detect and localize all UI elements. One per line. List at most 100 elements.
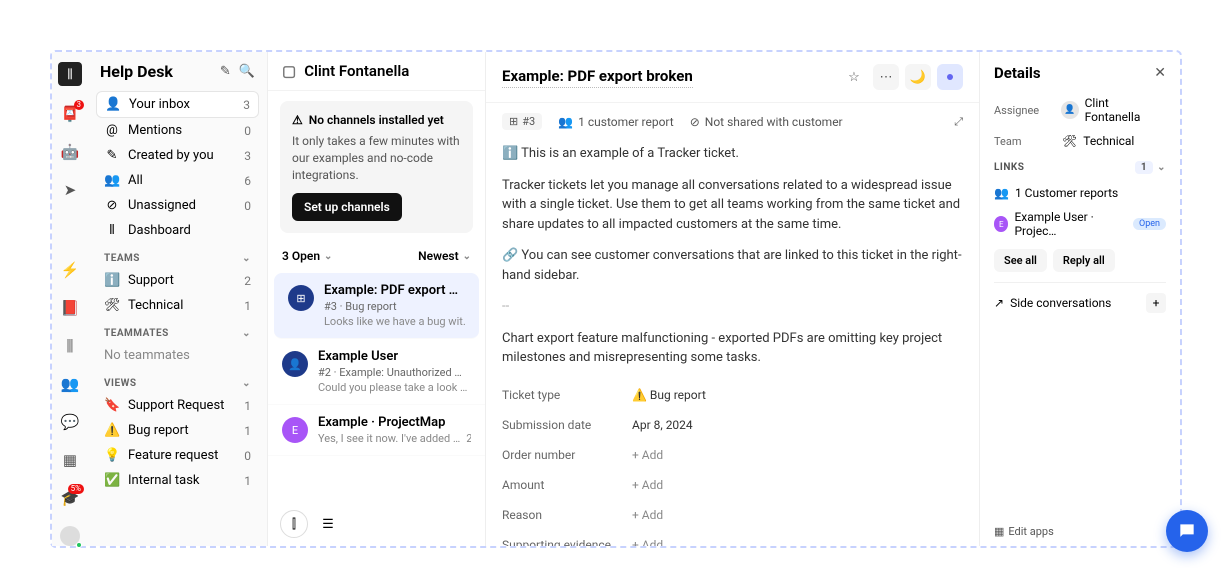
- nav-item-created-by-you[interactable]: ✎ Created by you 3: [96, 143, 259, 168]
- nav-item-icon: ⫴: [104, 223, 120, 238]
- reply-all-button[interactable]: Reply all: [1053, 249, 1115, 272]
- ticket-tag[interactable]: ⊞#3: [502, 113, 542, 130]
- no-teammates: No teammates: [96, 343, 259, 368]
- rail-grid-icon[interactable]: ▦: [60, 450, 80, 470]
- nav-item-icon: 👥: [104, 173, 120, 188]
- filter-open[interactable]: 3 Open⌄: [282, 249, 332, 263]
- customer-reports-link[interactable]: 👥1 Customer reports: [994, 181, 1166, 205]
- customer-reports[interactable]: 👥1 customer report: [558, 115, 674, 129]
- rail-msg-icon[interactable]: 💬: [60, 412, 80, 432]
- ticket-p3: 🔗 You can see customer conversations tha…: [502, 246, 963, 285]
- conversation-item[interactable]: ⊞ Example: PDF export broken #3 · Bug re…: [274, 273, 479, 339]
- nav-item-your-inbox[interactable]: 👤 Your inbox 3: [96, 91, 259, 118]
- details-panel: Details ✕ Assignee 👤Clint Fontanella Tea…: [980, 52, 1180, 546]
- nav-item-icon: 👤: [105, 97, 121, 112]
- nav-sidebar: Help Desk ✎ 🔍 👤 Your inbox 3 @ Mentions …: [88, 52, 268, 546]
- chevron-down-icon[interactable]: ⌄: [242, 253, 251, 264]
- chevron-down-icon[interactable]: ⌄: [1157, 162, 1166, 173]
- side-conversations[interactable]: ↗Side conversations: [994, 296, 1111, 310]
- close-icon[interactable]: ✕: [1154, 65, 1166, 81]
- more-icon[interactable]: ⋯: [873, 64, 899, 90]
- rail-grad-icon[interactable]: 🎓5%: [60, 488, 80, 508]
- warning-icon: ⚠: [292, 113, 303, 127]
- conv-title: Example User: [318, 349, 471, 364]
- conv-title: Example: PDF export broken: [324, 283, 465, 298]
- search-icon[interactable]: 🔍: [239, 64, 255, 79]
- see-all-button[interactable]: See all: [994, 249, 1047, 272]
- ticket-main: Example: PDF export broken ☆ ⋯ 🌙 ⊞#3 👥1 …: [486, 52, 980, 546]
- field-label: Order number: [502, 446, 632, 464]
- field-value[interactable]: + Add: [632, 506, 663, 524]
- nav-item-label: Support Request: [128, 398, 236, 413]
- nav-item-label: Dashboard: [128, 223, 243, 238]
- conversation-item[interactable]: 👤 Example User #2 · Example: Unauthorize…: [268, 339, 485, 405]
- nav-item-count: 1: [244, 299, 251, 313]
- nav-item-count: 0: [244, 199, 251, 213]
- view-bug-report[interactable]: ⚠️ Bug report 1: [96, 418, 259, 443]
- section-views: VIEWS: [104, 378, 137, 389]
- compose-icon[interactable]: ✎: [220, 64, 231, 79]
- nav-item-count: 0: [244, 449, 251, 463]
- view-internal-task[interactable]: ✅ Internal task 1: [96, 468, 259, 493]
- layout-split-icon[interactable]: ⫿: [280, 510, 308, 538]
- nav-item-all[interactable]: 👥 All 6: [96, 168, 259, 193]
- rail-ai-icon[interactable]: 🤖: [60, 142, 80, 162]
- conversation-item[interactable]: E Example · ProjectMap Yes, I see it now…: [268, 405, 485, 456]
- nav-item-mentions[interactable]: @ Mentions 0: [96, 118, 259, 143]
- conversation-list: ▢ Clint Fontanella ⚠No channels installe…: [268, 52, 486, 546]
- ticket-title[interactable]: Example: PDF export broken: [502, 67, 693, 88]
- nav-item-dashboard[interactable]: ⫴ Dashboard: [96, 218, 259, 243]
- chevron-down-icon[interactable]: ⌄: [242, 378, 251, 389]
- star-icon[interactable]: ☆: [841, 64, 867, 90]
- rail-inbox-icon[interactable]: 📮3: [60, 104, 80, 124]
- avatar: ⊞: [288, 285, 314, 311]
- rail-avatar[interactable]: [60, 526, 80, 546]
- field-value[interactable]: + Add: [632, 536, 663, 547]
- snooze-icon[interactable]: 🌙: [905, 64, 931, 90]
- conv-preview: Could you please take a look …: [318, 381, 467, 394]
- assignee-value[interactable]: 👤Clint Fontanella: [1061, 96, 1166, 124]
- app-logo[interactable]: ⫼: [58, 62, 82, 86]
- rail-people-icon[interactable]: 👥: [60, 374, 80, 394]
- divider: --: [502, 297, 963, 317]
- collapse-icon[interactable]: ⤢: [954, 115, 963, 129]
- nav-item-icon: 💡: [104, 448, 120, 463]
- add-side-conv-button[interactable]: +: [1146, 293, 1166, 313]
- conv-list-title: Clint Fontanella: [304, 62, 409, 80]
- section-teammates: TEAMMATES: [104, 328, 169, 339]
- field-value[interactable]: + Add: [632, 476, 663, 494]
- details-title: Details: [994, 64, 1041, 82]
- conv-preview: Yes, I see it now. I've added …: [318, 432, 460, 445]
- rail-book-icon[interactable]: 📕: [60, 298, 80, 318]
- ticket-p2: Tracker tickets let you manage all conve…: [502, 176, 963, 235]
- rail-bolt-icon[interactable]: ⚡: [60, 260, 80, 280]
- back-icon[interactable]: ▢: [282, 62, 296, 80]
- filter-sort[interactable]: Newest⌄: [418, 249, 471, 263]
- team-support[interactable]: ℹ️ Support 2: [96, 268, 259, 293]
- messenger-fab[interactable]: [1166, 510, 1208, 552]
- team-value[interactable]: 🛠Technical: [1062, 134, 1134, 148]
- nav-item-label: All: [128, 173, 236, 188]
- nav-item-count: 6: [244, 174, 251, 188]
- field-label: Ticket type: [502, 386, 632, 404]
- edit-apps-button[interactable]: ▦Edit apps: [994, 525, 1054, 538]
- rail-send-icon[interactable]: ➤: [60, 180, 80, 200]
- view-support-request[interactable]: 🔖 Support Request 1: [96, 393, 259, 418]
- not-shared: ⊘Not shared with customer: [690, 115, 843, 129]
- field-value[interactable]: + Add: [632, 446, 663, 464]
- view-feature-request[interactable]: 💡 Feature request 0: [96, 443, 259, 468]
- setup-channels-button[interactable]: Set up channels: [292, 193, 402, 221]
- field-label: Amount: [502, 476, 632, 494]
- field-row: Order number + Add: [502, 440, 963, 470]
- field-row: Ticket type ⚠️ Bug report: [502, 380, 963, 410]
- field-label: Supporting evidence: [502, 536, 632, 547]
- status-dot[interactable]: [937, 64, 963, 90]
- field-value: Apr 8, 2024: [632, 416, 693, 434]
- chevron-down-icon[interactable]: ⌄: [242, 328, 251, 339]
- linked-conversation[interactable]: EExample User · Projec…Open: [994, 205, 1166, 243]
- nav-item-unassigned[interactable]: ⊘ Unassigned 0: [96, 193, 259, 218]
- channels-banner: ⚠No channels installed yet It only takes…: [280, 101, 473, 233]
- layout-list-icon[interactable]: ☰: [314, 510, 342, 538]
- team-technical[interactable]: 🛠 Technical 1: [96, 293, 259, 318]
- rail-chart-icon[interactable]: ⫼: [60, 336, 80, 356]
